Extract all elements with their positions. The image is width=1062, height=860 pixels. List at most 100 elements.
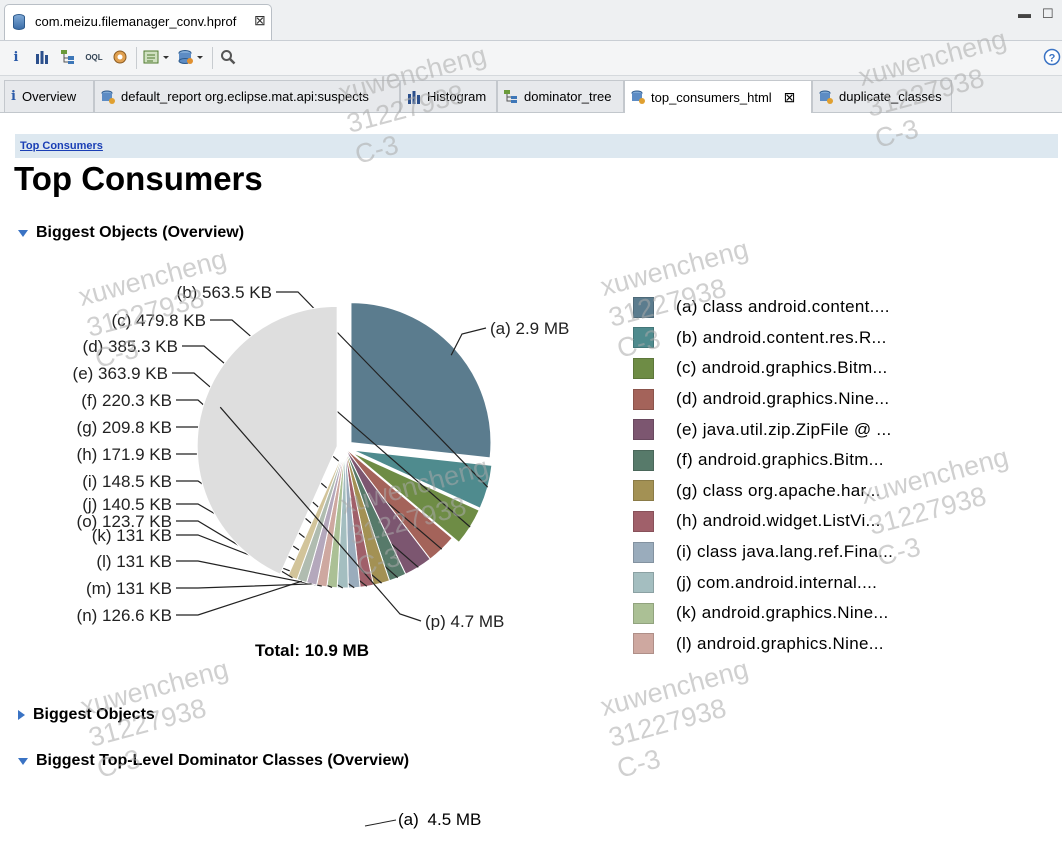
page-title: Top Consumers (14, 160, 263, 197)
total-size: Total: 10.9 MB (255, 641, 369, 660)
legend-label: (b) android.content.res.R... (676, 327, 887, 347)
pie-legend: (a) class android.content.... (b) android… (633, 292, 893, 659)
pie-label: (l) 131 KB (96, 552, 172, 571)
legend-item: (j) com.android.internal.... (633, 567, 893, 598)
query-browser-icon[interactable] (176, 47, 206, 67)
legend-swatch (633, 510, 654, 532)
legend-swatch (633, 480, 654, 502)
info-icon[interactable]: i (6, 47, 26, 67)
legend-label: (j) com.android.internal.... (676, 572, 878, 592)
pie-label: (m) 131 KB (86, 579, 172, 598)
tab-label: default_report org.eclipse.mat.api:suspe… (121, 89, 369, 104)
tab-duplicate-classes[interactable]: duplicate_classes (812, 80, 952, 112)
legend-item: (c) android.graphics.Bitm... (633, 353, 893, 384)
pie-label: (f) 220.3 KB (81, 391, 172, 410)
tab-overview[interactable]: i Overview (4, 80, 94, 112)
pie-label: (g) 209.8 KB (77, 418, 172, 437)
help-icon[interactable]: ? (1042, 47, 1062, 67)
expand-triangle-icon (18, 229, 28, 237)
legend-label: (g) class org.apache.har... (676, 480, 881, 500)
pie-label: (n) 126.6 KB (77, 606, 172, 625)
legend-swatch (633, 449, 654, 471)
heap-dump-icon (13, 14, 25, 30)
oql-icon[interactable]: OQL (84, 47, 104, 67)
biggest-objects-pie-chart: (a) 2.9 MB (b) 563.5 KB (c) 479.8 KB (d) 38… (73, 283, 570, 630)
pie-label: (p) 4.7 MB (425, 612, 504, 630)
legend-swatch (633, 541, 654, 563)
report-icon (101, 90, 115, 104)
pie-label: (a) 2.9 MB (490, 319, 569, 338)
dominator-tree-icon[interactable] (58, 47, 78, 67)
legend-item: (f) android.graphics.Bitm... (633, 445, 893, 476)
legend-item: (l) android.graphics.Nine... (633, 629, 893, 660)
legend-item: (e) java.util.zip.ZipFile @ ... (633, 414, 893, 445)
dominator-tree-icon (504, 89, 518, 104)
section-title: Biggest Objects (Overview) (36, 224, 245, 241)
histogram-icon[interactable] (32, 47, 52, 67)
section-biggest-objects[interactable]: Biggest Objects (18, 706, 155, 724)
heap-dump-overview-icon[interactable] (110, 47, 130, 67)
histogram-icon (407, 90, 421, 104)
legend-item: (b) android.content.res.R... (633, 323, 893, 354)
svg-text:?: ? (1049, 53, 1056, 65)
legend-swatch (633, 388, 654, 410)
editor-tab[interactable]: com.meizu.filemanager_conv.hprof ⊠ (4, 4, 272, 40)
legend-item: (g) class org.apache.har... (633, 476, 893, 507)
tab-label: Overview (21, 89, 77, 104)
pie-label: (c) 479.8 KB (112, 311, 207, 330)
report-icon (631, 90, 645, 104)
legend-item: (k) android.graphics.Nine... (633, 598, 893, 629)
pie-label: (i) 148.5 KB (82, 472, 172, 491)
legend-label: (d) android.graphics.Nine... (676, 389, 890, 409)
pie-label: (a) 4.5 MB (398, 810, 481, 829)
tab-label: duplicate_classes (839, 89, 942, 104)
legend-swatch (633, 633, 654, 655)
pie-label: (o) 123.7 KB (77, 512, 172, 531)
watermark: xuwencheng 31227938 C-3 (597, 653, 752, 784)
maximize-icon[interactable]: ☐ (1042, 6, 1054, 22)
close-icon[interactable]: ⊠ (784, 89, 796, 106)
legend-swatch (633, 602, 654, 624)
legend-swatch (633, 357, 654, 379)
pie-label: (e) 363.9 KB (73, 364, 168, 383)
legend-swatch (633, 572, 654, 594)
editor-tab-bar: com.meizu.filemanager_conv.hprof ⊠ ▬ ☐ (0, 0, 1062, 41)
tab-default-report[interactable]: default_report org.eclipse.mat.api:suspe… (94, 80, 400, 112)
pie-label: (b) 563.5 KB (177, 283, 272, 302)
legend-swatch (633, 327, 654, 349)
legend-item: (a) class android.content.... (633, 292, 893, 323)
section-title: Biggest Objects (33, 706, 155, 723)
legend-swatch (633, 419, 654, 441)
tab-label: dominator_tree (524, 89, 612, 104)
breadcrumb: Top Consumers (15, 134, 1058, 158)
report-icon (819, 90, 833, 104)
pie-label: (d) 385.3 KB (83, 337, 178, 356)
section-biggest-objects-overview[interactable]: Biggest Objects (Overview) (18, 224, 244, 242)
collapse-triangle-icon (18, 710, 25, 720)
legend-swatch (633, 296, 654, 318)
legend-label: (f) android.graphics.Bitm... (676, 450, 884, 470)
expand-triangle-icon (18, 757, 28, 765)
close-icon[interactable]: ⊠ (254, 12, 266, 29)
tab-top-consumers-html[interactable]: top_consumers_html ⊠ (624, 80, 812, 113)
breadcrumb-link-top-consumers[interactable]: Top Consumers (20, 140, 103, 152)
legend-label: (k) android.graphics.Nine... (676, 603, 889, 623)
info-icon: i (11, 89, 16, 104)
legend-label: (i) class java.lang.ref.Fina... (676, 542, 894, 562)
minimize-icon[interactable]: ▬ (1018, 6, 1031, 21)
run-report-icon[interactable] (142, 47, 172, 67)
legend-label: (e) java.util.zip.ZipFile @ ... (676, 419, 892, 439)
tab-histogram[interactable]: Histogram (400, 80, 497, 112)
tab-dominator-tree[interactable]: dominator_tree (497, 80, 624, 112)
search-icon[interactable] (218, 47, 238, 67)
pie-label: (h) 171.9 KB (77, 445, 172, 464)
legend-item: (d) android.graphics.Nine... (633, 384, 893, 415)
legend-item: (h) android.widget.ListVi... (633, 506, 893, 537)
pie-slice (350, 302, 492, 459)
legend-label: (l) android.graphics.Nine... (676, 633, 884, 653)
legend-label: (c) android.graphics.Bitm... (676, 358, 888, 378)
toolbar: i OQL ? (0, 41, 1062, 76)
dominator-classes-pie-chart: (a) 4.5 MB (364, 810, 481, 829)
legend-label: (a) class android.content.... (676, 297, 890, 317)
section-dominator-classes-overview[interactable]: Biggest Top-Level Dominator Classes (Ove… (18, 752, 409, 770)
